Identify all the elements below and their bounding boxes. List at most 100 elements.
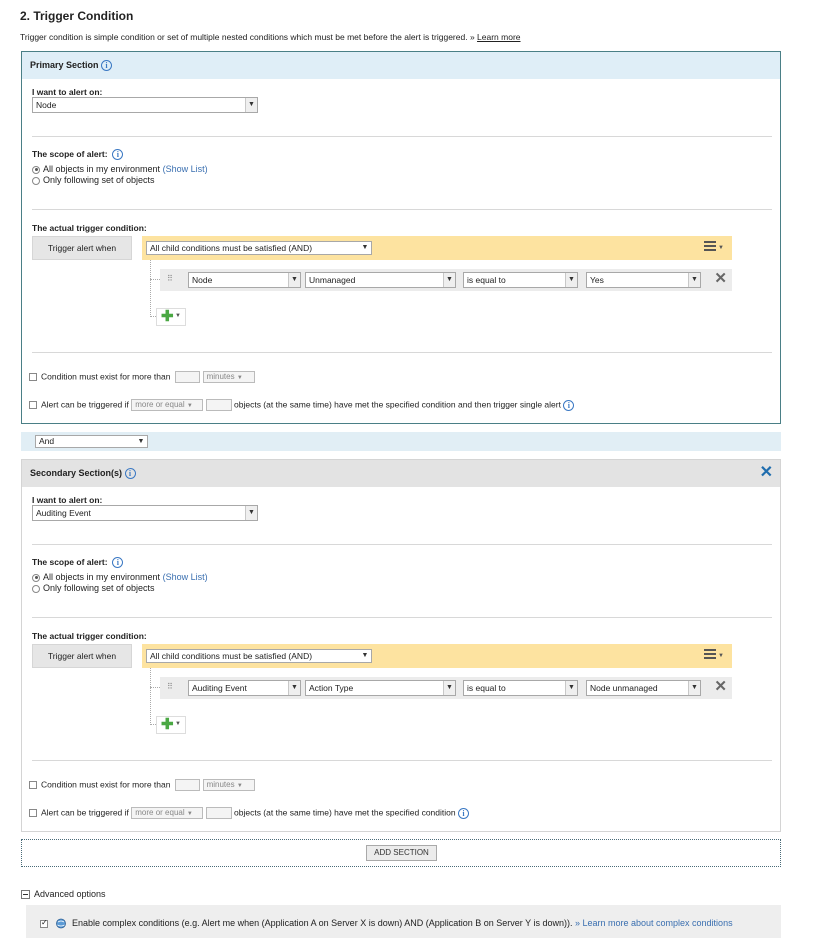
scope-following-option[interactable]: Only following set of objects [32, 583, 155, 593]
can-trigger-label: Alert can be triggered if [41, 399, 129, 410]
divider [32, 760, 772, 761]
scope-label-text: The scope of alert: [32, 149, 108, 159]
condition-field-select[interactable]: Auditing Event ▼ [188, 680, 301, 696]
remove-section-icon[interactable]: ✕ [760, 465, 773, 481]
primary-section: Primary Section i I want to alert on: No… [21, 51, 781, 424]
condition-operator-select[interactable]: is equal to ▼ [463, 272, 578, 288]
condition-value-select[interactable]: Yes ▼ [586, 272, 701, 288]
radio-icon[interactable] [32, 573, 40, 582]
delete-condition-icon[interactable]: ✕ [714, 679, 727, 695]
scope-all-option[interactable]: All objects in my environment (Show List… [32, 164, 208, 174]
trigger-label: The actual trigger condition: [32, 223, 147, 233]
radio-icon[interactable] [32, 584, 40, 593]
radio-icon[interactable] [32, 165, 40, 174]
drag-handle-icon[interactable]: ⠿ [167, 682, 173, 691]
scope-following-label: Only following set of objects [43, 175, 155, 185]
complex-learn-more-link[interactable]: Learn more about complex conditions [582, 918, 732, 928]
add-section-button[interactable]: ADD SECTION [366, 845, 437, 861]
field-value: Auditing Event [192, 683, 247, 693]
description-text: Trigger condition is simple condition or… [20, 32, 468, 42]
chevron-down-icon: ▼ [688, 681, 700, 695]
complex-conditions-checkbox[interactable] [40, 918, 48, 928]
complex-conditions-row: Enable complex conditions (e.g. Alert me… [40, 918, 733, 929]
menu-icon[interactable]: ▼ [704, 241, 726, 255]
scope-label-text: The scope of alert: [32, 557, 108, 567]
chevron-down-icon: ▼ [288, 681, 300, 695]
divider [32, 209, 772, 210]
exist-checkbox[interactable] [29, 781, 37, 789]
condition-property-select[interactable]: Action Type ▼ [305, 680, 456, 696]
advanced-options-toggle[interactable]: Advanced options [21, 889, 106, 900]
info-icon[interactable]: i [112, 557, 124, 569]
property-value: Action Type [309, 683, 354, 693]
condition-group-bar: All child conditions must be satisfied (… [142, 644, 732, 668]
chevron-down-icon: ▼ [236, 375, 243, 381]
joiner-value: And [39, 436, 55, 446]
exist-unit-value: minutes [206, 780, 235, 789]
alert-on-label: I want to alert on: [32, 87, 103, 97]
chevron-down-icon: ▼ [688, 273, 700, 287]
menu-icon[interactable]: ▼ [704, 649, 726, 663]
condition-operator-select[interactable]: is equal to ▼ [463, 680, 578, 696]
chevron-down-icon: ▼ [137, 438, 145, 445]
exist-minutes-input[interactable] [175, 779, 201, 791]
exist-unit-select[interactable]: minutes ▼ [202, 779, 255, 791]
exist-checkbox[interactable] [29, 373, 37, 381]
info-icon[interactable]: i [112, 149, 124, 161]
tree-line [150, 668, 151, 725]
chevron-down-icon: ▼ [175, 313, 181, 319]
object-count-input[interactable] [205, 807, 232, 819]
section-joiner-select[interactable]: And ▼ [35, 435, 148, 448]
chevron-down-icon: ▼ [443, 273, 455, 287]
can-trigger-tail: objects (at the same time) have met the … [234, 807, 456, 818]
scope-all-label: All objects in my environment [43, 164, 161, 174]
primary-section-header: Primary Section i [22, 52, 780, 79]
condition-property-select[interactable]: Unmanaged ▼ [305, 272, 456, 288]
can-trigger-checkbox[interactable] [29, 809, 37, 817]
count-operator-select[interactable]: more or equal ▼ [131, 807, 204, 819]
group-logic-select[interactable]: All child conditions must be satisfied (… [146, 241, 372, 255]
condition-value-select[interactable]: Node unmanaged ▼ [586, 680, 701, 696]
chevron-down-icon: ▼ [565, 681, 577, 695]
drag-handle-icon[interactable]: ⠿ [167, 274, 173, 283]
group-logic-value: All child conditions must be satisfied (… [150, 243, 313, 253]
advanced-options-label: Advanced options [34, 889, 106, 899]
alert-on-label: I want to alert on: [32, 495, 103, 505]
info-icon[interactable]: i [457, 807, 469, 819]
property-value: Unmanaged [309, 275, 356, 285]
group-logic-select[interactable]: All child conditions must be satisfied (… [146, 649, 372, 663]
chevron-down-icon: ▼ [175, 721, 181, 727]
scope-following-option[interactable]: Only following set of objects [32, 175, 155, 185]
divider [32, 136, 772, 137]
learn-more-link[interactable]: Learn more [477, 32, 520, 42]
info-icon[interactable]: i [124, 468, 136, 480]
condition-row: ⠿ Auditing Event ▼ Action Type ▼ is equal … [160, 677, 732, 699]
chevron-down-icon: ▼ [186, 403, 193, 409]
radio-icon[interactable] [32, 176, 40, 185]
alert-on-value: Node [36, 100, 57, 110]
scope-all-option[interactable]: All objects in my environment (Show List… [32, 572, 208, 582]
add-condition-button[interactable]: ✚ ▼ [156, 716, 186, 734]
chevron-down-icon: ▼ [288, 273, 300, 287]
exist-row: Condition must exist for more than minut… [29, 779, 255, 791]
alert-on-select[interactable]: Node ▼ [32, 97, 258, 113]
exist-unit-select[interactable]: minutes ▼ [202, 371, 255, 383]
scope-label: The scope of alert: i [32, 149, 124, 161]
add-condition-button[interactable]: ✚ ▼ [156, 308, 186, 326]
delete-condition-icon[interactable]: ✕ [714, 271, 727, 287]
exist-minutes-input[interactable] [175, 371, 201, 383]
object-count-input[interactable] [205, 399, 232, 411]
info-icon[interactable]: i [101, 60, 113, 72]
condition-field-select[interactable]: Node ▼ [188, 272, 301, 288]
operator-value: is equal to [467, 683, 506, 693]
count-operator-select[interactable]: more or equal ▼ [131, 399, 204, 411]
show-list-link[interactable]: (Show List) [163, 164, 208, 174]
chevron-down-icon: ▼ [245, 506, 257, 520]
collapse-icon[interactable] [21, 890, 30, 900]
alert-on-select[interactable]: Auditing Event ▼ [32, 505, 258, 521]
operator-value: is equal to [467, 275, 506, 285]
divider [32, 544, 772, 545]
show-list-link[interactable]: (Show List) [163, 572, 208, 582]
can-trigger-checkbox[interactable] [29, 401, 37, 409]
info-icon[interactable]: i [563, 399, 575, 411]
